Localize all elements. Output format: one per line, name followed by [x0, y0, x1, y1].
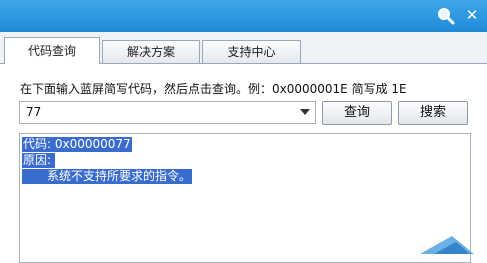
result-reason-text: 系统不支持所要求的指令。 [46, 169, 193, 184]
query-button[interactable]: 查询 [322, 101, 392, 125]
instruction-text: 在下面输入蓝屏简写代码，然后点击查询。例：0x0000001E 简写成 1E [20, 82, 407, 96]
search-button[interactable]: 搜索 [398, 101, 468, 125]
chevron-down-icon[interactable] [300, 109, 310, 115]
result-textbox[interactable]: 代码: 0x00000077 原因: 系统不支持所要求的指令。 [19, 133, 471, 263]
tab-label: 解决方案 [126, 45, 175, 59]
result-indent-highlight [22, 169, 46, 184]
title-bar: ✕ [0, 0, 487, 32]
watermark-logo-icon [420, 236, 474, 254]
close-icon[interactable]: ✕ [462, 4, 482, 26]
tab-support-center[interactable]: 支持中心 [202, 40, 301, 63]
result-code-line: 代码: 0x00000077 [22, 137, 132, 152]
tab-solutions[interactable]: 解决方案 [102, 40, 200, 63]
result-reason-label: 原因: [22, 153, 55, 168]
tab-label: 支持中心 [227, 45, 276, 59]
code-combobox[interactable]: 77 [19, 101, 316, 124]
search-icon[interactable] [436, 6, 456, 26]
tab-label: 代码查询 [27, 44, 76, 58]
tab-code-query[interactable]: 代码查询 [4, 37, 100, 64]
code-input-value: 77 [26, 105, 42, 119]
